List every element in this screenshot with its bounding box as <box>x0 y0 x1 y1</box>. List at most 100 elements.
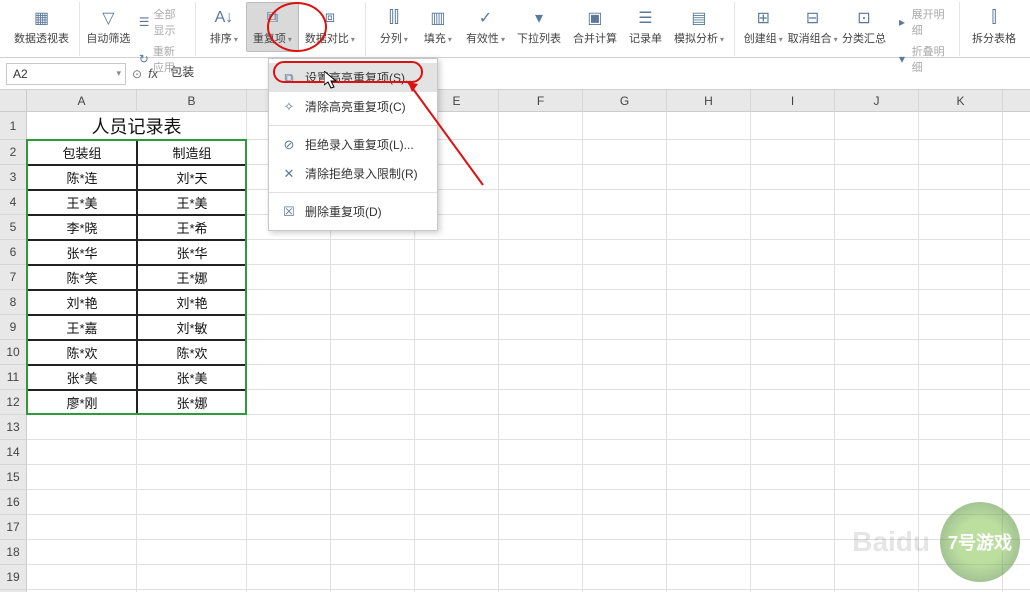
cell-I6[interactable] <box>751 240 835 265</box>
cell-D12[interactable] <box>331 390 415 415</box>
cell-E18[interactable] <box>415 540 499 565</box>
cell-K11[interactable] <box>919 365 1003 390</box>
cell-L14[interactable] <box>1003 440 1030 465</box>
cell-J13[interactable] <box>835 415 919 440</box>
cell-G12[interactable] <box>583 390 667 415</box>
cell-A2[interactable]: 包装组 <box>27 140 137 165</box>
cell-F11[interactable] <box>499 365 583 390</box>
cell-J9[interactable] <box>835 315 919 340</box>
cell-F7[interactable] <box>499 265 583 290</box>
cell-I8[interactable] <box>751 290 835 315</box>
cell-K13[interactable] <box>919 415 1003 440</box>
cell-F14[interactable] <box>499 440 583 465</box>
cell-J15[interactable] <box>835 465 919 490</box>
texttocol-button[interactable]: ⫿⫿ 分列 <box>372 2 416 52</box>
cell-G17[interactable] <box>583 515 667 540</box>
cell-A7[interactable]: 陈*笑 <box>27 265 137 290</box>
cell-F3[interactable] <box>499 165 583 190</box>
consolidate-button[interactable]: ▣ 合并计算 <box>567 2 623 52</box>
cell-H6[interactable] <box>667 240 751 265</box>
cell-G10[interactable] <box>583 340 667 365</box>
name-box[interactable]: A2 <box>6 63 126 85</box>
col-header-I[interactable]: I <box>751 90 835 112</box>
cell-K9[interactable] <box>919 315 1003 340</box>
cell-K4[interactable] <box>919 190 1003 215</box>
cell-L4[interactable] <box>1003 190 1030 215</box>
cell-A1[interactable]: 人员记录表 <box>27 112 247 140</box>
cell-L9[interactable] <box>1003 315 1030 340</box>
cell-K15[interactable] <box>919 465 1003 490</box>
cell-L12[interactable] <box>1003 390 1030 415</box>
row-header-8[interactable]: 8 <box>0 290 27 315</box>
cell-I4[interactable] <box>751 190 835 215</box>
cell-L6[interactable] <box>1003 240 1030 265</box>
cell-G1[interactable] <box>583 112 667 140</box>
dropdown-highlight-clear[interactable]: ✧ 清除高亮重复项(C) <box>269 92 437 121</box>
cell-B17[interactable] <box>137 515 247 540</box>
cell-J14[interactable] <box>835 440 919 465</box>
row-header-7[interactable]: 7 <box>0 265 27 290</box>
cell-F4[interactable] <box>499 190 583 215</box>
cell-H10[interactable] <box>667 340 751 365</box>
cell-A9[interactable]: 王*嘉 <box>27 315 137 340</box>
cell-B15[interactable] <box>137 465 247 490</box>
dropdown-reject-clear[interactable]: ✕ 清除拒绝录入限制(R) <box>269 159 437 188</box>
cell-B14[interactable] <box>137 440 247 465</box>
row-header-9[interactable]: 9 <box>0 315 27 340</box>
cell-H3[interactable] <box>667 165 751 190</box>
cell-K6[interactable] <box>919 240 1003 265</box>
cell-D16[interactable] <box>331 490 415 515</box>
cell-H4[interactable] <box>667 190 751 215</box>
row-header-6[interactable]: 6 <box>0 240 27 265</box>
cell-B2[interactable]: 制造组 <box>137 140 247 165</box>
cell-F16[interactable] <box>499 490 583 515</box>
row-header-14[interactable]: 14 <box>0 440 27 465</box>
cell-D14[interactable] <box>331 440 415 465</box>
datacompare-button[interactable]: ⧈ 数据对比 <box>299 2 361 52</box>
cell-I13[interactable] <box>751 415 835 440</box>
cell-D13[interactable] <box>331 415 415 440</box>
sort-button[interactable]: A↓ 排序 <box>202 2 246 52</box>
cell-I5[interactable] <box>751 215 835 240</box>
validation-button[interactable]: ✓ 有效性 <box>460 2 511 52</box>
cell-C6[interactable] <box>247 240 331 265</box>
cell-G2[interactable] <box>583 140 667 165</box>
cell-A15[interactable] <box>27 465 137 490</box>
cell-I10[interactable] <box>751 340 835 365</box>
cell-J2[interactable] <box>835 140 919 165</box>
cell-D19[interactable] <box>331 565 415 590</box>
cell-G14[interactable] <box>583 440 667 465</box>
cell-E8[interactable] <box>415 290 499 315</box>
cell-F1[interactable] <box>499 112 583 140</box>
cell-A3[interactable]: 陈*连 <box>27 165 137 190</box>
cell-H16[interactable] <box>667 490 751 515</box>
cell-L5[interactable] <box>1003 215 1030 240</box>
cell-F13[interactable] <box>499 415 583 440</box>
cell-J1[interactable] <box>835 112 919 140</box>
cell-J11[interactable] <box>835 365 919 390</box>
cell-D10[interactable] <box>331 340 415 365</box>
cell-L13[interactable] <box>1003 415 1030 440</box>
row-header-15[interactable]: 15 <box>0 465 27 490</box>
cell-C10[interactable] <box>247 340 331 365</box>
cell-I1[interactable] <box>751 112 835 140</box>
cell-A11[interactable]: 张*美 <box>27 365 137 390</box>
cell-B4[interactable]: 王*美 <box>137 190 247 215</box>
cell-F2[interactable] <box>499 140 583 165</box>
subtotal-button[interactable]: ⊡ 分类汇总 <box>840 2 889 52</box>
cell-C13[interactable] <box>247 415 331 440</box>
cell-J7[interactable] <box>835 265 919 290</box>
row-header-1[interactable]: 1 <box>0 112 27 140</box>
cell-B5[interactable]: 王*希 <box>137 215 247 240</box>
cell-G4[interactable] <box>583 190 667 215</box>
cell-F6[interactable] <box>499 240 583 265</box>
cell-C18[interactable] <box>247 540 331 565</box>
col-header-B[interactable]: B <box>137 90 247 112</box>
cell-A4[interactable]: 王*美 <box>27 190 137 215</box>
cell-K5[interactable] <box>919 215 1003 240</box>
cell-K7[interactable] <box>919 265 1003 290</box>
cell-B6[interactable]: 张*华 <box>137 240 247 265</box>
cell-A10[interactable]: 陈*欢 <box>27 340 137 365</box>
cell-G3[interactable] <box>583 165 667 190</box>
cell-I17[interactable] <box>751 515 835 540</box>
